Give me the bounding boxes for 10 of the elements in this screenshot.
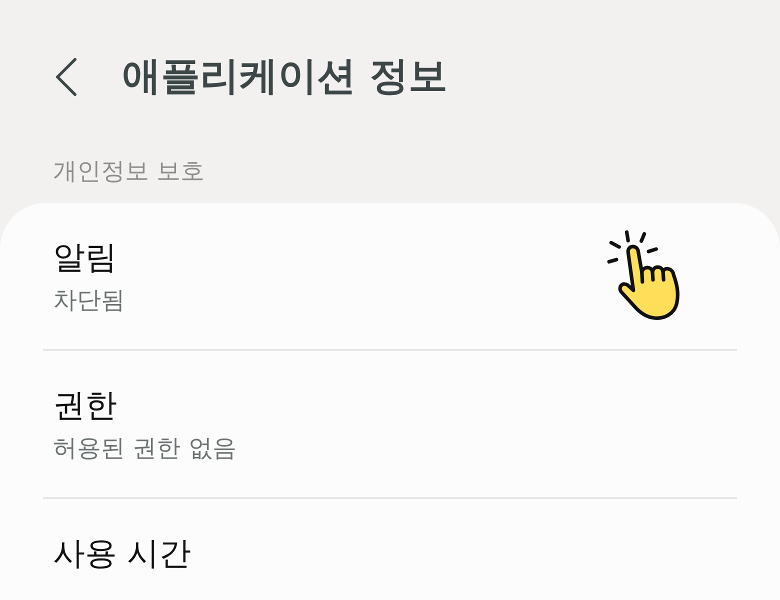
back-button[interactable] [55, 58, 77, 96]
setting-title[interactable]: 알림 [53, 237, 117, 278]
setting-summary: 차단됨 [53, 285, 125, 316]
pointing-hand-icon [606, 230, 682, 320]
page-title: 애플리케이션 정보 [122, 53, 448, 101]
back-icon [55, 58, 77, 96]
section-label: 개인정보 보호 [53, 156, 205, 187]
setting-summary: 허용된 권한 없음 [53, 433, 236, 464]
setting-title[interactable]: 사용 시간 [53, 533, 192, 574]
setting-title[interactable]: 권한 [53, 385, 117, 426]
